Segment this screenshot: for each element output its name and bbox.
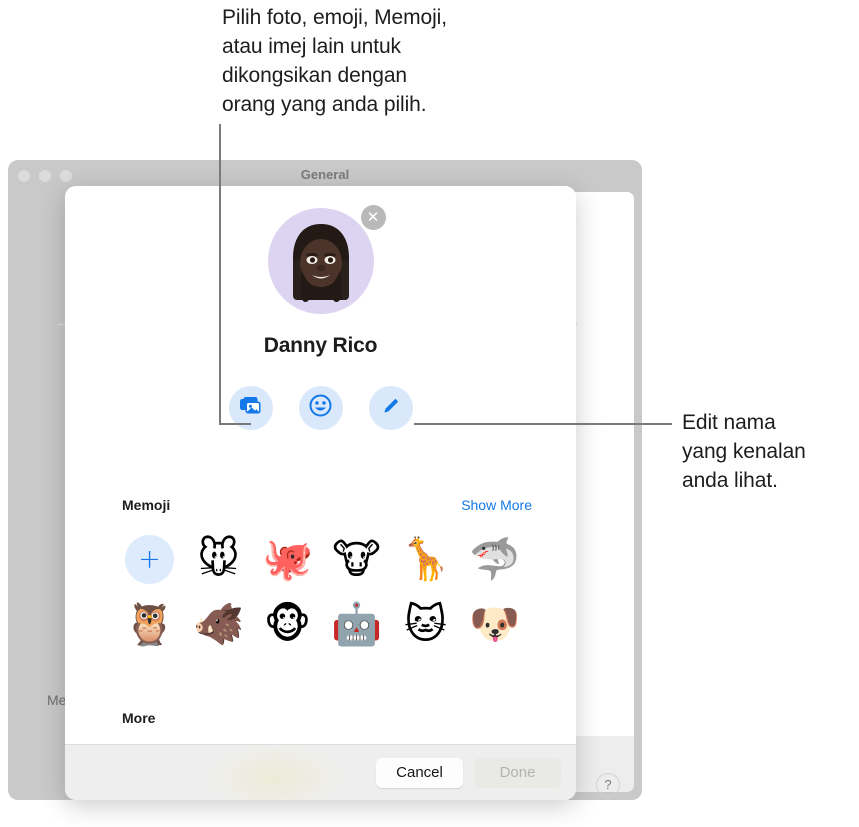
memoji-item[interactable]: 🦈 bbox=[460, 527, 529, 592]
memoji-section-title: Memoji bbox=[122, 497, 171, 513]
photos-icon bbox=[239, 396, 263, 421]
help-button[interactable]: ? bbox=[596, 773, 620, 797]
memoji-grid: + 🐭 🐙 🐮 🦒 🦈 🦉 🐗 🐵 🤖 🐱 🐶 bbox=[115, 527, 529, 657]
memoji-item[interactable]: 🤖 bbox=[322, 592, 391, 657]
memoji-item[interactable]: 🐗 bbox=[184, 592, 253, 657]
memoji-section-header: Memoji Show More bbox=[122, 497, 532, 513]
more-section-header: More bbox=[122, 710, 532, 726]
memoji-item[interactable]: 🐮 bbox=[322, 527, 391, 592]
window-title: General bbox=[300, 167, 350, 182]
callout-right-text: Edit nama yang kenalan anda lihat. bbox=[682, 411, 806, 492]
contact-name: Danny Rico bbox=[263, 334, 378, 357]
contact-photo-dialog: ✕ Danny Rico Memoji Show More + 🐭 🐙 🐮 🦒 … bbox=[65, 186, 576, 800]
memoji-avatar-icon bbox=[292, 224, 349, 302]
emoji-button[interactable] bbox=[298, 386, 343, 430]
callout-leader-elbow-top bbox=[219, 423, 251, 425]
footer-glow bbox=[205, 744, 345, 800]
avatar-container: ✕ bbox=[267, 205, 386, 314]
callout-leader-line-top bbox=[219, 124, 221, 425]
background-partial-label: Me bbox=[47, 692, 67, 708]
show-more-link[interactable]: Show More bbox=[461, 497, 532, 513]
smiley-icon bbox=[309, 394, 332, 422]
avatar[interactable] bbox=[267, 208, 374, 314]
memoji-item[interactable]: 🦉 bbox=[115, 592, 184, 657]
memoji-item[interactable]: 🐙 bbox=[253, 527, 322, 592]
pencil-icon bbox=[380, 395, 402, 422]
edit-name-button[interactable] bbox=[368, 386, 413, 430]
memoji-item[interactable]: 🐭 bbox=[184, 527, 253, 592]
memoji-item[interactable]: 🐶 bbox=[460, 592, 529, 657]
add-memoji-cell[interactable]: + bbox=[115, 527, 184, 592]
memoji-item[interactable]: 🦒 bbox=[391, 527, 460, 592]
memoji-item[interactable]: 🐱 bbox=[391, 592, 460, 657]
more-section-title: More bbox=[122, 710, 156, 726]
dialog-footer: Cancel Done bbox=[65, 744, 576, 800]
dialog-body: ✕ Danny Rico Memoji Show More + 🐭 🐙 🐮 🦒 … bbox=[65, 186, 576, 744]
callout-top-text: Pilih foto, emoji, Memoji, atau imej lai… bbox=[222, 6, 447, 116]
memoji-item[interactable]: 🐵 bbox=[253, 592, 322, 657]
cancel-button[interactable]: Cancel bbox=[376, 757, 463, 788]
callout-leader-line-right bbox=[414, 423, 672, 425]
plus-icon: + bbox=[125, 535, 174, 584]
close-icon[interactable]: ✕ bbox=[360, 205, 386, 230]
done-button: Done bbox=[474, 757, 561, 788]
